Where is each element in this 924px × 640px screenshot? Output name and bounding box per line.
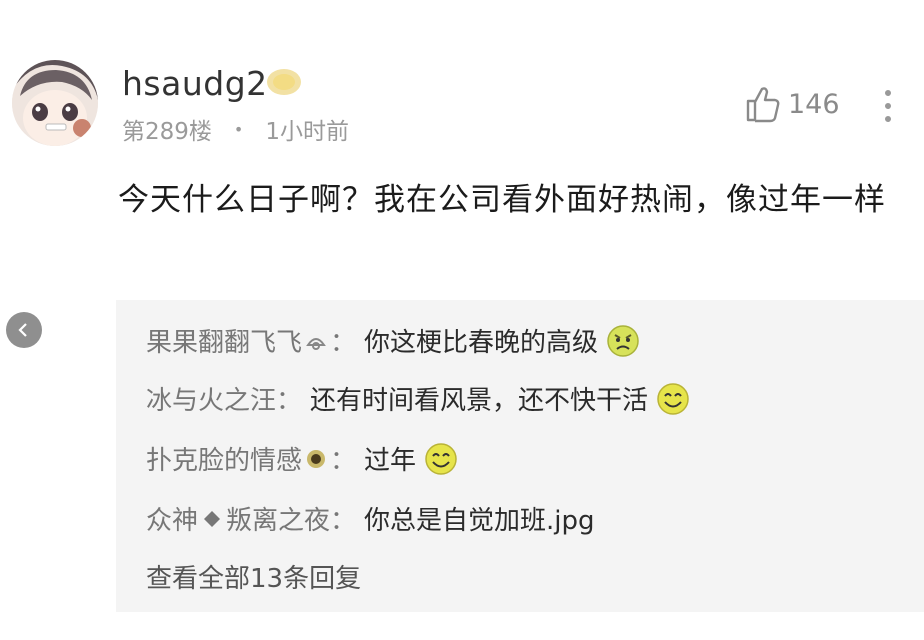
post-time: 1小时前 [265,119,349,145]
diamond-icon [200,507,224,531]
reply-item[interactable]: 扑克脸的情感 ： 过年 [146,440,458,477]
like-count: 146 [788,88,840,120]
reply-author-part2[interactable]: 叛离之夜 [226,500,330,537]
floor-number: 第289楼 [122,119,212,145]
thumbs-up-icon [746,87,780,123]
reply-panel: 果果翻翻飞飞 ： 你这梗比春晚的高级 冰与火之汪 ： 还有时间看风景，还不快干活… [116,300,924,612]
reply-text: 你这梗比春晚的高级 [364,328,599,358]
chevron-left-icon[interactable] [6,312,42,348]
reply-author-part1[interactable]: 众神 [146,500,198,537]
reply-item[interactable]: 冰与火之汪 ： 还有时间看风景，还不快干活 [146,380,690,417]
avatar[interactable] [12,60,98,146]
more-vertical-icon[interactable] [876,86,900,126]
reply-item[interactable]: 果果翻翻飞飞 ： 你这梗比春晚的高级 [146,322,640,359]
separator-dot: • [233,119,244,139]
reply-item[interactable]: 众神 叛离之夜 ： 你总是自觉加班.jpg [146,500,595,537]
reply-text: 你总是自觉加班.jpg [364,506,595,536]
angry-emoji-icon [606,324,640,358]
post-meta: 第289楼 • 1小时前 [122,112,349,146]
reply-separator: ： [330,506,357,536]
reply-separator: ： [330,446,357,476]
reply-text: 过年 [364,446,417,476]
smile-emoji-icon [656,382,690,416]
sunflower-icon [304,447,328,471]
reply-author[interactable]: 冰与火之汪 [146,380,276,417]
username[interactable]: hsaudg2 [122,64,268,103]
reply-separator: ： [330,328,357,358]
reply-text: 还有时间看风景，还不快干活 [310,386,649,416]
post-content: 今天什么日子啊？我在公司看外面好热闹，像过年一样 [118,182,886,218]
vip-badge-icon [265,67,303,97]
view-all-replies-link[interactable]: 查看全部13条回复 [146,558,361,595]
smile-emoji-icon [424,442,458,476]
name-badge-icon [304,329,328,353]
reply-separator: ： [276,386,303,416]
reply-author[interactable]: 果果翻翻飞飞 [146,322,302,359]
reply-author[interactable]: 扑克脸的情感 [146,440,302,477]
like-button[interactable]: 146 [744,84,840,124]
